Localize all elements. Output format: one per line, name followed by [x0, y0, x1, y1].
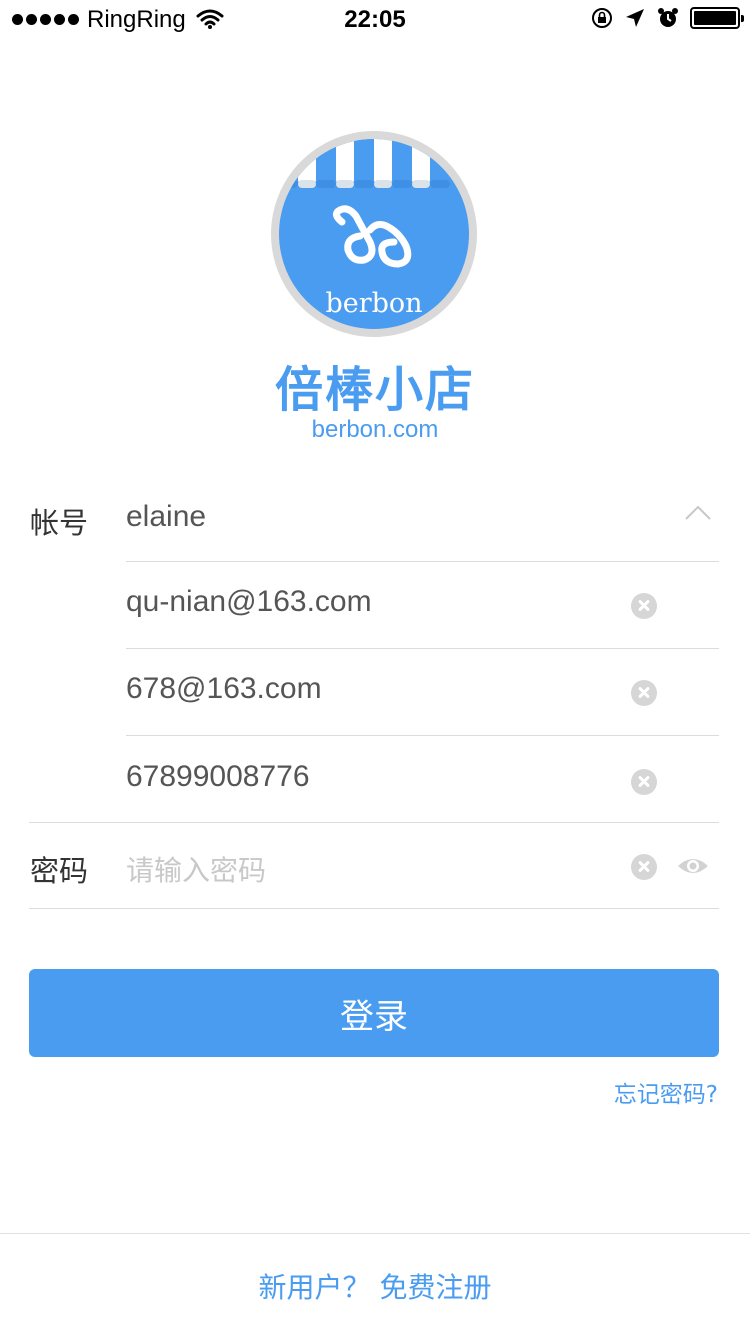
clear-icon[interactable] [631, 769, 657, 795]
account-input[interactable]: elaine [126, 500, 206, 534]
logo-text: berbon [325, 288, 422, 319]
battery-icon [690, 7, 744, 29]
history-item-text[interactable]: qu-nian@163.com [126, 585, 372, 619]
history-item-text[interactable]: 678@163.com [126, 672, 322, 706]
divider [0, 1233, 750, 1234]
divider [126, 648, 719, 649]
location-arrow-icon [626, 9, 644, 27]
history-item-text[interactable]: 67899008776 [126, 760, 310, 794]
eye-icon[interactable] [676, 852, 710, 880]
register-link[interactable]: 新用户？ 免费注册 [0, 1266, 750, 1306]
clear-icon[interactable] [631, 680, 657, 706]
alarm-icon [658, 8, 678, 27]
berbon-logo: berbon [271, 131, 477, 337]
clear-icon[interactable] [631, 854, 657, 880]
brand-domain: berbon.com [311, 416, 439, 443]
divider [29, 908, 719, 909]
status-right-icons [590, 6, 744, 30]
forgot-password-link[interactable]: 忘记密码? [614, 1075, 718, 1109]
password-label: 密码 [30, 854, 89, 888]
divider [126, 561, 719, 562]
brand-name: 倍棒小店 [274, 362, 475, 418]
login-button[interactable]: 登录 [29, 969, 719, 1057]
status-bar: RingRing 22:05 [0, 0, 750, 40]
clear-icon[interactable] [631, 593, 657, 619]
account-label: 帐号 [30, 506, 89, 540]
rotation-lock-icon [592, 8, 612, 28]
divider [29, 822, 719, 823]
password-input[interactable]: 请输入密码 [126, 849, 266, 889]
divider [126, 735, 719, 736]
chevron-up-icon[interactable] [684, 503, 712, 523]
